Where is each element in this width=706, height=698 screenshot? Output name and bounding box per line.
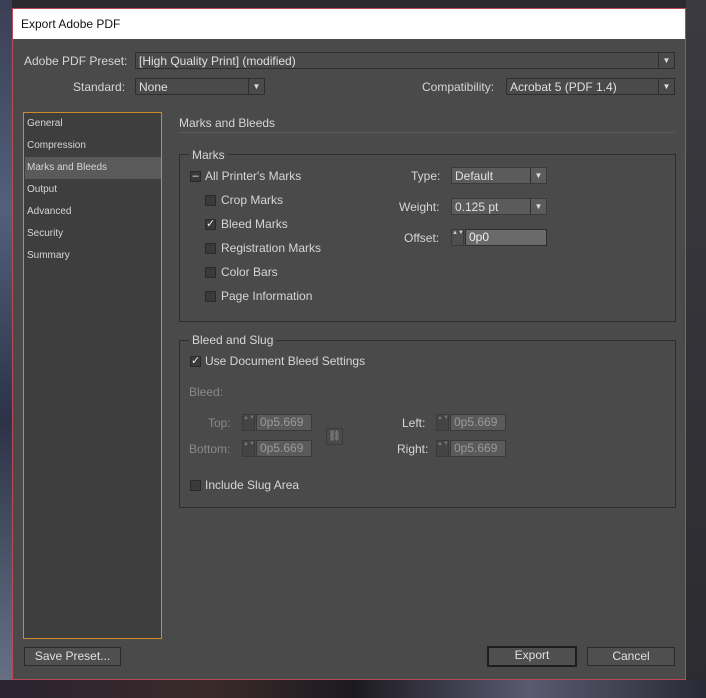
- stepper-arrows-icon[interactable]: ▲▼: [451, 229, 464, 246]
- registration-marks-label: Registration Marks: [221, 241, 322, 255]
- compatibility-label: Compatibility:: [422, 80, 495, 94]
- save-preset-button[interactable]: Save Preset...: [24, 647, 121, 666]
- weight-value: 0.125 pt: [455, 200, 499, 214]
- top-stepper[interactable]: ▲▼ 0p5.669: [242, 414, 313, 431]
- offset-stepper[interactable]: ▲▼ 0p0: [451, 229, 548, 246]
- sidebar-item-output[interactable]: Output: [25, 179, 161, 201]
- top-label: Top:: [208, 416, 231, 430]
- sidebar-item-compression[interactable]: Compression: [25, 135, 161, 157]
- export-button[interactable]: Export: [487, 646, 577, 667]
- use-document-bleed-checkbox[interactable]: ✓: [190, 356, 201, 367]
- window-title: Export Adobe PDF: [21, 17, 121, 31]
- all-printers-marks-checkbox[interactable]: –: [190, 171, 201, 182]
- include-slug-checkbox[interactable]: [190, 480, 201, 491]
- type-label: Type:: [411, 169, 441, 183]
- bleed-slug-group-label: Bleed and Slug: [189, 333, 277, 347]
- stepper-arrows-icon[interactable]: ▲▼: [242, 414, 255, 431]
- heading-divider: [179, 132, 675, 133]
- use-document-bleed-label: Use Document Bleed Settings: [205, 354, 366, 368]
- bleed-marks-label: Bleed Marks: [221, 217, 288, 231]
- title-bar[interactable]: Export Adobe PDF: [13, 9, 685, 39]
- left-stepper[interactable]: ▲▼ 0p5.669: [436, 414, 507, 431]
- standard-select[interactable]: None ▼: [135, 78, 265, 95]
- color-bars-checkbox[interactable]: [205, 267, 216, 278]
- offset-label: Offset:: [404, 231, 440, 245]
- panel-heading: Marks and Bleeds: [179, 116, 276, 130]
- sidebar-item-summary[interactable]: Summary: [25, 245, 161, 267]
- all-printers-marks-label: All Printer's Marks: [205, 169, 302, 183]
- right-label: Right:: [397, 442, 429, 456]
- type-value: Default: [455, 169, 494, 183]
- standard-label: Standard:: [73, 80, 126, 94]
- top-input[interactable]: 0p5.669: [256, 414, 312, 431]
- weight-label: Weight:: [399, 200, 440, 214]
- compatibility-select[interactable]: Acrobat 5 (PDF 1.4) ▼: [506, 78, 675, 95]
- chevron-down-icon: ▼: [658, 53, 674, 68]
- preset-select[interactable]: [High Quality Print] (modified) ▼: [135, 52, 675, 69]
- chevron-down-icon: ▼: [530, 168, 546, 183]
- sidebar-item-security[interactable]: Security: [25, 223, 161, 245]
- link-icon[interactable]: ⛓: [326, 428, 343, 445]
- preset-label: Adobe PDF Preset:: [24, 54, 128, 68]
- chevron-down-icon: ▼: [530, 199, 546, 214]
- background-document-left: [0, 0, 12, 698]
- left-label: Left:: [402, 416, 426, 430]
- offset-input[interactable]: 0p0: [465, 229, 547, 246]
- background-document-right: [686, 0, 706, 698]
- stepper-arrows-icon[interactable]: ▲▼: [436, 414, 449, 431]
- bottom-input[interactable]: 0p5.669: [256, 440, 312, 457]
- page-information-label: Page Information: [221, 289, 313, 303]
- standard-value: None: [139, 80, 168, 94]
- compatibility-value: Acrobat 5 (PDF 1.4): [510, 80, 617, 94]
- bottom-label: Bottom:: [189, 442, 231, 456]
- bleed-marks-checkbox[interactable]: ✓: [205, 219, 216, 230]
- marks-group-label: Marks: [189, 148, 228, 162]
- left-input[interactable]: 0p5.669: [450, 414, 506, 431]
- export-pdf-dialog: Export Adobe PDF Adobe PDF Preset: [High…: [12, 8, 686, 680]
- color-bars-label: Color Bars: [221, 265, 278, 279]
- category-sidebar: General Compression Marks and Bleeds Out…: [23, 112, 162, 639]
- sidebar-item-marks-and-bleeds[interactable]: Marks and Bleeds: [25, 157, 161, 179]
- background-document-bottom: [0, 680, 706, 698]
- crop-marks-checkbox[interactable]: [205, 195, 216, 206]
- page-information-checkbox[interactable]: [205, 291, 216, 302]
- bottom-stepper[interactable]: ▲▼ 0p5.669: [242, 440, 313, 457]
- bleed-label: Bleed:: [189, 385, 224, 399]
- stepper-arrows-icon[interactable]: ▲▼: [242, 440, 255, 457]
- sidebar-item-advanced[interactable]: Advanced: [25, 201, 161, 223]
- chevron-down-icon: ▼: [248, 79, 264, 94]
- chevron-down-icon: ▼: [658, 79, 674, 94]
- include-slug-label: Include Slug Area: [205, 478, 300, 492]
- sidebar-item-general[interactable]: General: [25, 113, 161, 135]
- right-input[interactable]: 0p5.669: [450, 440, 506, 457]
- preset-value: [High Quality Print] (modified): [139, 54, 296, 68]
- weight-select[interactable]: 0.125 pt ▼: [451, 198, 547, 215]
- stepper-arrows-icon[interactable]: ▲▼: [436, 440, 449, 457]
- type-select[interactable]: Default ▼: [451, 167, 547, 184]
- right-stepper[interactable]: ▲▼ 0p5.669: [436, 440, 507, 457]
- registration-marks-checkbox[interactable]: [205, 243, 216, 254]
- crop-marks-label: Crop Marks: [221, 193, 284, 207]
- cancel-button[interactable]: Cancel: [587, 647, 675, 666]
